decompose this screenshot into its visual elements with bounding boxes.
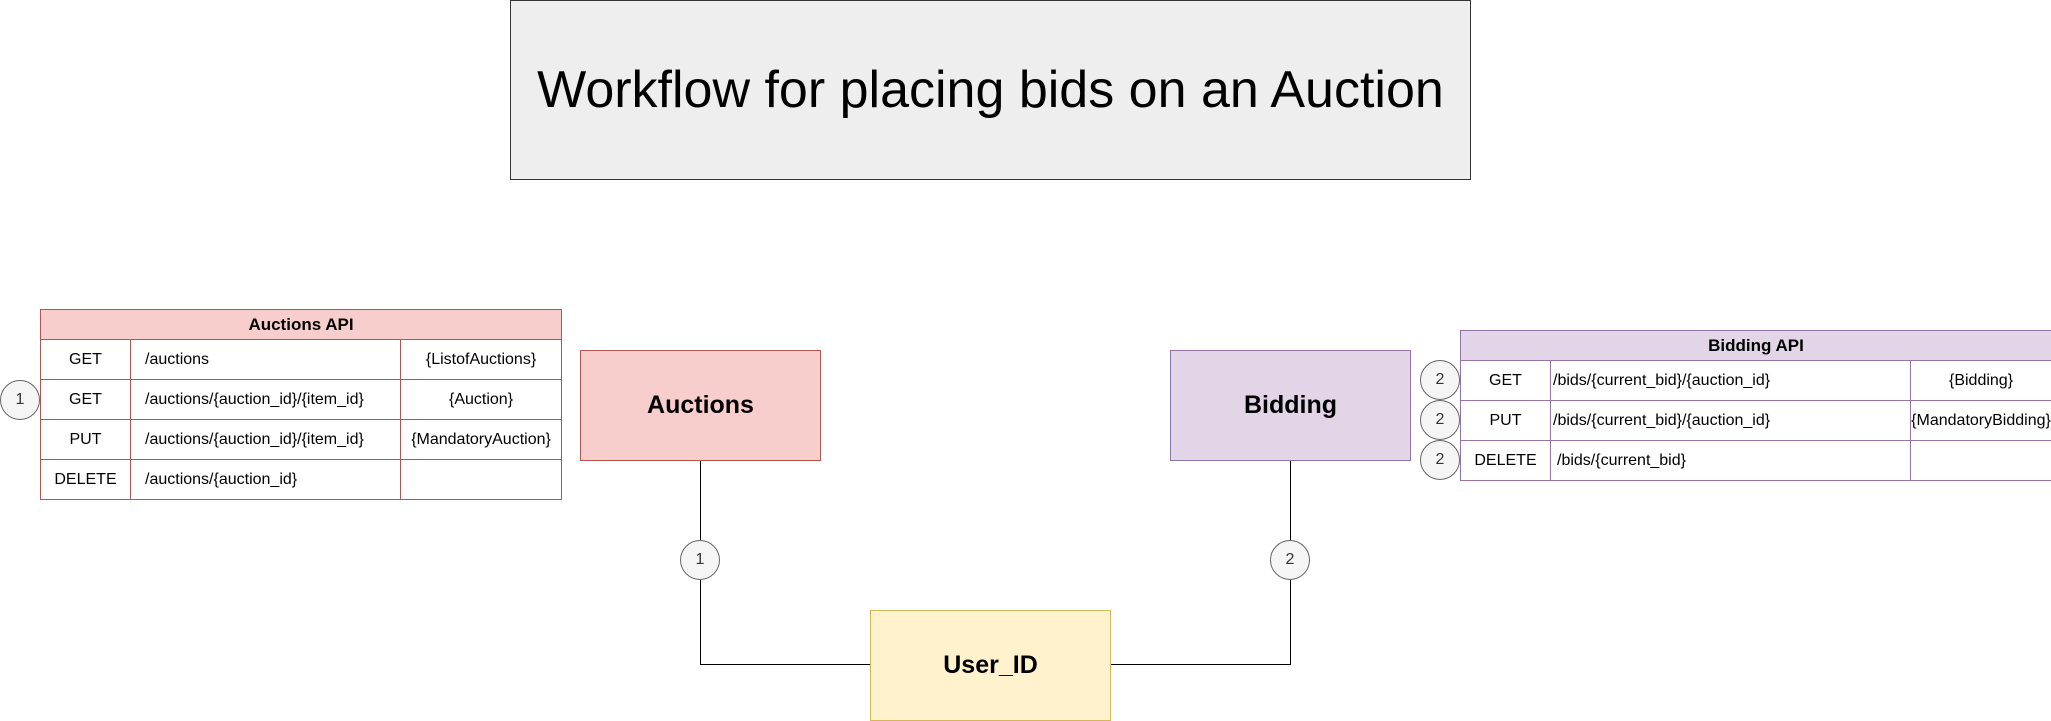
step-number: 1 [695, 551, 705, 568]
step-number: 2 [1435, 411, 1445, 428]
step-circle-bidding-api-delete: 2 [1420, 440, 1460, 480]
response-body: {Auction} [399, 379, 563, 420]
table-header-row: Auctions API [39, 309, 563, 340]
table-row[interactable]: PUT /bids/{current_bid}/{auction_id} {Ma… [1460, 400, 2051, 441]
http-method: DELETE [40, 459, 131, 500]
bidding-api-table: Bidding API GET /bids/{current_bid}/{auc… [1460, 330, 2051, 481]
table-row[interactable]: DELETE /auctions/{auction_id} [40, 459, 563, 500]
step-circle-auctions-api: 1 [0, 380, 40, 420]
http-method: DELETE [1460, 440, 1551, 481]
table-row[interactable]: GET /auctions {ListofAuctions} [40, 339, 563, 380]
endpoint-path: /auctions/{auction_id}/{item_id} [130, 419, 401, 460]
response-body [1910, 440, 2051, 481]
step-number: 2 [1435, 451, 1445, 468]
bidding-entity[interactable]: Bidding [1170, 350, 1411, 461]
endpoint-path: /auctions [130, 339, 401, 380]
http-method: GET [40, 379, 131, 420]
response-body: {MandatoryAuction} [399, 419, 563, 460]
endpoint-path: /auctions/{auction_id}/{item_id} [130, 379, 401, 420]
connector-bidding-horizontal [1111, 664, 1291, 666]
response-body: {MandatoryBidding} [1910, 400, 2051, 441]
endpoint-path: /bids/{current_bid}/{auction_id} [1550, 400, 1911, 441]
http-method: PUT [1460, 400, 1551, 441]
table-header-row: Bidding API [1460, 330, 2051, 361]
table-row[interactable]: PUT /auctions/{auction_id}/{item_id} {Ma… [40, 419, 563, 460]
auctions-entity[interactable]: Auctions [580, 350, 821, 461]
step-circle-bidding: 2 [1270, 540, 1310, 580]
auctions-api-table: Auctions API GET /auctions {ListofAuctio… [39, 309, 563, 500]
endpoint-path: /bids/{current_bid} [1550, 440, 1911, 481]
diagram-title-box: Workflow for placing bids on an Auction [510, 0, 1471, 180]
user-id-entity[interactable]: User_ID [870, 610, 1111, 721]
table-row[interactable]: GET /bids/{current_bid}/{auction_id} {Bi… [1460, 360, 2051, 401]
auctions-entity-label: Auctions [647, 391, 754, 419]
auctions-api-header: Auctions API [39, 309, 563, 340]
step-number: 1 [15, 391, 25, 408]
table-row[interactable]: DELETE /bids/{current_bid} [1460, 440, 2051, 481]
table-row[interactable]: GET /auctions/{auction_id}/{item_id} {Au… [40, 379, 563, 420]
http-method: PUT [40, 419, 131, 460]
http-method: GET [1460, 360, 1551, 401]
http-method: GET [40, 339, 131, 380]
connector-auctions-horizontal [700, 664, 870, 666]
step-circle-bidding-api-put: 2 [1420, 400, 1460, 440]
step-number: 2 [1285, 551, 1295, 568]
response-body: {ListofAuctions} [399, 339, 563, 380]
endpoint-path: /bids/{current_bid}/{auction_id} [1550, 360, 1911, 401]
bidding-entity-label: Bidding [1243, 391, 1338, 419]
step-circle-auctions: 1 [680, 540, 720, 580]
endpoint-path: /auctions/{auction_id} [130, 459, 401, 500]
user-id-entity-label: User_ID [943, 651, 1038, 679]
response-body [399, 459, 563, 500]
bidding-api-header: Bidding API [1460, 330, 2051, 361]
step-circle-bidding-api-get: 2 [1420, 360, 1460, 400]
response-body: {Bidding} [1910, 360, 2051, 401]
step-number: 2 [1435, 371, 1445, 388]
diagram-title: Workflow for placing bids on an Auction [537, 61, 1444, 119]
